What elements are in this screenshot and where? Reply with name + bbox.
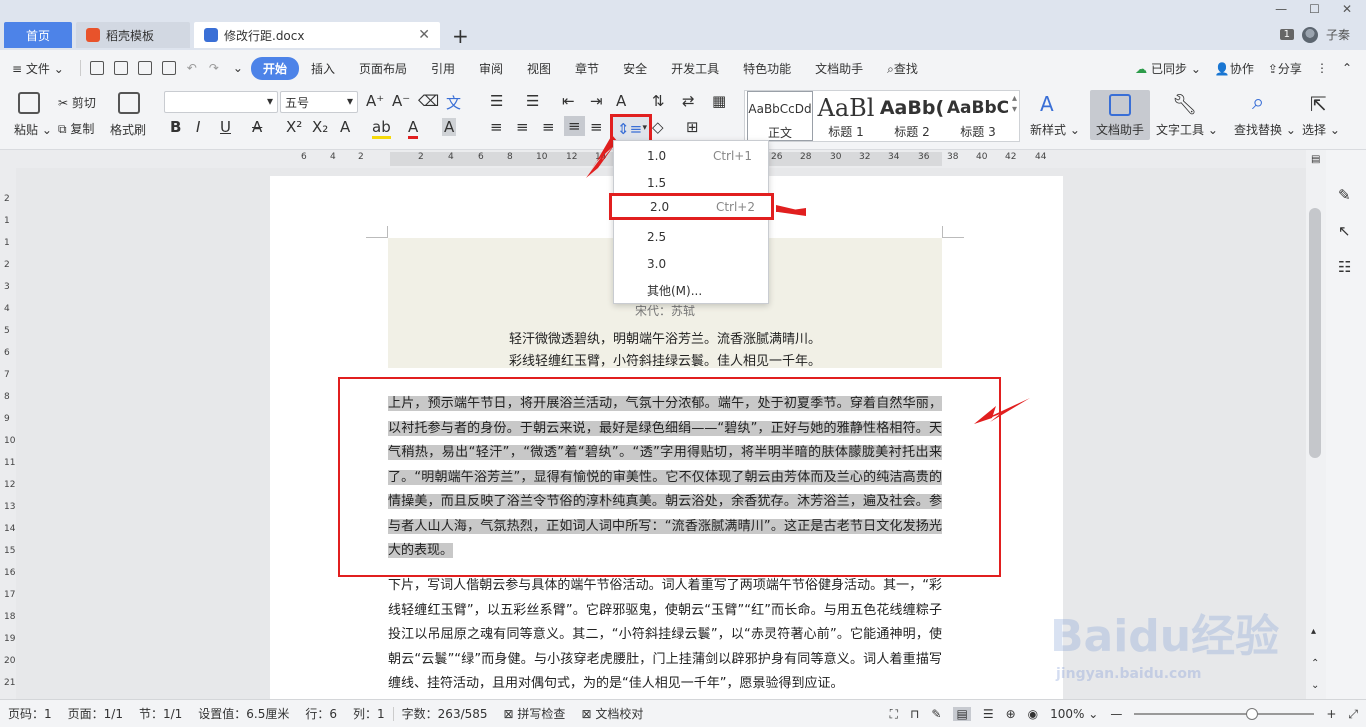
settings-sliders-icon[interactable]: ☷ bbox=[1338, 258, 1351, 276]
watermark-url: jingyan.baidu.com bbox=[1056, 666, 1202, 682]
zoom-in-icon[interactable]: + bbox=[1326, 707, 1336, 721]
fullscreen-icon[interactable]: ⛶ bbox=[890, 707, 898, 722]
page-view-icon[interactable]: ▤ bbox=[953, 707, 971, 721]
status-row: 行：6 bbox=[305, 707, 338, 721]
page-down-icon[interactable]: ⌄ bbox=[1311, 680, 1319, 691]
line-spacing-other[interactable]: 其他(M)... bbox=[614, 277, 768, 304]
status-page-number[interactable]: 页码：1 bbox=[0, 705, 60, 722]
option-value: 2.5 bbox=[647, 229, 667, 244]
status-setting[interactable]: 设置值：6.5厘米 bbox=[190, 705, 297, 722]
pen-icon[interactable]: ✎ bbox=[1338, 186, 1351, 204]
baidu-watermark-logo: Baidu经验 jingyan.baidu.com bbox=[1050, 600, 1350, 682]
zoom-slider[interactable] bbox=[1134, 708, 1315, 720]
status-bar: 页码：1 页面：1/1 节：1/1 设置值：6.5厘米 行：6 列：1 字数：2… bbox=[0, 699, 1366, 727]
zoom-level[interactable]: 100% ⌄ bbox=[1050, 707, 1098, 721]
read-mode-icon[interactable]: ⊓ bbox=[910, 707, 919, 721]
zoom-value: 100% bbox=[1050, 707, 1085, 721]
write-mode-icon[interactable]: ✎ bbox=[931, 707, 941, 721]
proofread-icon: ⊠ bbox=[581, 707, 592, 721]
line-spacing-option[interactable]: 2.5 bbox=[614, 223, 768, 250]
option-shortcut: Ctrl+1 bbox=[712, 148, 752, 163]
option-value: 3.0 bbox=[647, 256, 667, 271]
status-right-group: ⛶ ⊓ ✎ ▤ ☰ ⊕ ◉ 100% ⌄ — + ⤢ bbox=[890, 700, 1358, 727]
line-spacing-option[interactable]: 1.0 Ctrl+1 bbox=[614, 142, 768, 169]
status-page[interactable]: 页面：1/1 bbox=[60, 705, 131, 722]
option-value: 1.5 bbox=[647, 175, 667, 190]
line-spacing-option[interactable]: 1.5 bbox=[614, 169, 768, 196]
select-pointer-icon[interactable]: ↖ bbox=[1338, 222, 1351, 240]
web-view-icon[interactable]: ⊕ bbox=[1006, 707, 1016, 721]
watermark-text: Baidu经验 bbox=[1050, 611, 1280, 662]
line-spacing-option-selected[interactable]: 2.0 Ctrl+2 bbox=[609, 193, 774, 220]
option-value: 1.0 bbox=[647, 148, 667, 163]
spell-check-icon: ⊠ bbox=[503, 707, 514, 721]
eye-protect-icon[interactable]: ◉ bbox=[1028, 707, 1038, 721]
arrow-to-selection-icon bbox=[974, 406, 996, 424]
fit-page-icon[interactable]: ⤢ bbox=[1348, 707, 1358, 722]
status-word-count[interactable]: 字数：263/585 bbox=[394, 705, 496, 722]
option-shortcut: Ctrl+2 bbox=[715, 199, 755, 214]
line-spacing-option[interactable]: 3.0 bbox=[614, 250, 768, 277]
zoom-slider-knob[interactable] bbox=[1246, 708, 1259, 720]
line-spacing-menu: 1.0 Ctrl+1 1.5 2.0 Ctrl+2 2.5 3.0 其他(M)... bbox=[609, 140, 774, 304]
status-section[interactable]: 节：1/1 bbox=[131, 705, 190, 722]
option-value: 其他(M)... bbox=[647, 284, 703, 298]
ruler-toggle-icon[interactable]: ▤ bbox=[1311, 154, 1320, 165]
scrollbar-thumb[interactable] bbox=[1309, 208, 1321, 458]
spell-check-label: 拼写检查 bbox=[517, 707, 566, 721]
spell-check-toggle[interactable]: ⊠ 拼写检查 bbox=[496, 705, 574, 722]
doc-proof-toggle[interactable]: ⊠ 文档校对 bbox=[573, 705, 651, 722]
option-value: 2.0 bbox=[650, 199, 670, 214]
doc-proof-label: 文档校对 bbox=[595, 707, 644, 721]
outline-view-icon[interactable]: ☰ bbox=[983, 707, 994, 721]
zoom-out-icon[interactable]: — bbox=[1110, 707, 1122, 721]
status-col: 列：1 bbox=[353, 707, 385, 721]
